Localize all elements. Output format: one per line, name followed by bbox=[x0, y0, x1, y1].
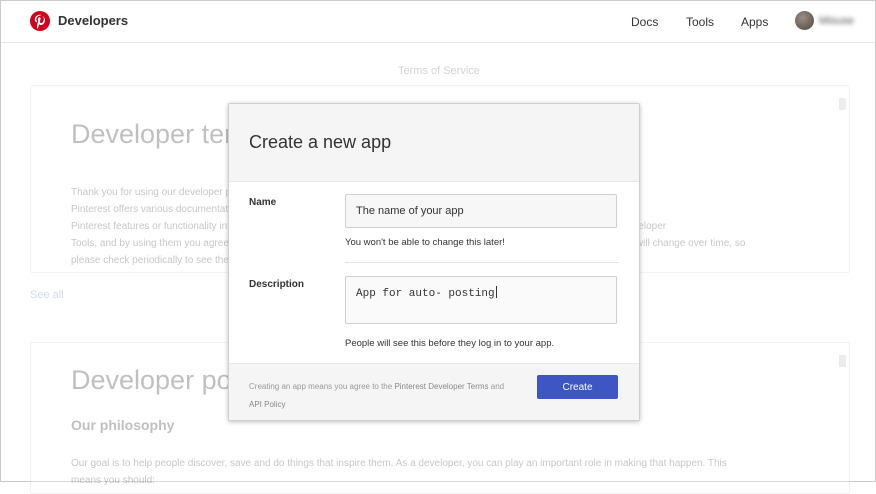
divider bbox=[345, 262, 619, 263]
description-label: Description bbox=[249, 279, 305, 290]
pinterest-logo-icon[interactable] bbox=[30, 11, 50, 31]
see-all-link[interactable]: See all bbox=[30, 289, 64, 301]
scrollbar[interactable] bbox=[838, 351, 847, 481]
avatar[interactable] bbox=[795, 11, 814, 30]
policy-text: Our goal is to help people discover, sav… bbox=[71, 455, 811, 489]
description-value: App for auto- posting bbox=[356, 288, 495, 300]
nav-docs[interactable]: Docs bbox=[631, 15, 658, 29]
developer-terms-link[interactable]: Pinterest Developer Terms bbox=[394, 382, 488, 391]
agreement-prefix: Creating an app means you agree to the bbox=[249, 382, 395, 391]
nav-apps[interactable]: Apps bbox=[741, 15, 768, 29]
scrollbar[interactable] bbox=[838, 94, 847, 266]
create-app-modal: Create a new app Name The name of your a… bbox=[228, 103, 640, 421]
api-policy-link[interactable]: API Policy bbox=[249, 400, 285, 409]
user-name[interactable]: Misuse bbox=[819, 15, 854, 27]
brand-name[interactable]: Developers bbox=[58, 13, 128, 28]
text-line: Our goal is to help people discover, sav… bbox=[71, 458, 727, 469]
name-hint: You won't be able to change this later! bbox=[345, 237, 505, 248]
modal-header: Create a new app bbox=[229, 104, 639, 182]
tos-heading: Terms of Service bbox=[398, 65, 480, 77]
name-input-value: The name of your app bbox=[356, 205, 464, 217]
description-hint: People will see this before they log in … bbox=[345, 338, 555, 349]
description-textarea[interactable]: App for auto- posting bbox=[345, 276, 617, 324]
agreement-text: Creating an app means you agree to the P… bbox=[249, 378, 529, 414]
name-input[interactable]: The name of your app bbox=[345, 194, 617, 228]
text-line: means you should: bbox=[71, 475, 155, 486]
create-button[interactable]: Create bbox=[537, 375, 618, 399]
scrollbar-thumb[interactable] bbox=[839, 355, 846, 367]
scrollbar-thumb[interactable] bbox=[839, 98, 846, 110]
modal-footer: Creating an app means you agree to the P… bbox=[229, 363, 639, 420]
top-nav: Developers Docs Tools Apps Misuse bbox=[1, 1, 875, 43]
modal-title: Create a new app bbox=[249, 132, 392, 152]
text-cursor bbox=[495, 286, 497, 298]
nav-tools[interactable]: Tools bbox=[686, 15, 714, 29]
card-subtitle: Our philosophy bbox=[71, 417, 175, 433]
name-label: Name bbox=[249, 197, 277, 208]
agreement-and: and bbox=[488, 382, 505, 391]
